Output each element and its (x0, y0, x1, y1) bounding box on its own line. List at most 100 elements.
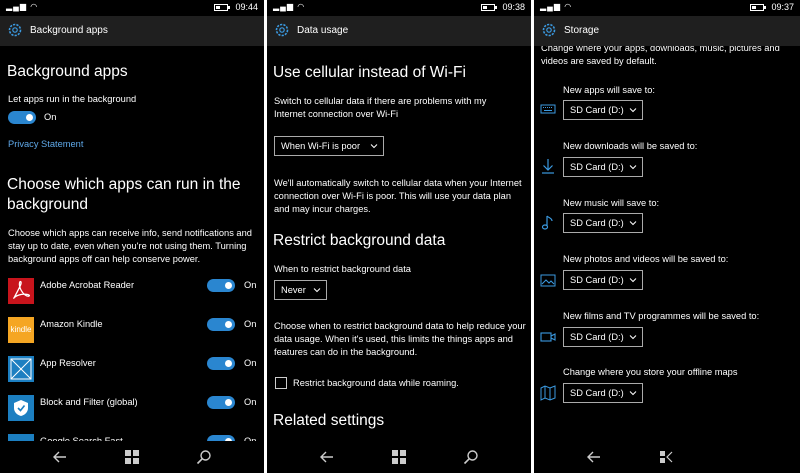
restrict-title: Restrict background data (273, 232, 446, 249)
downloads-save-select[interactable]: SD Card (D:) (563, 157, 643, 177)
select-value: SD Card (D:) (570, 275, 624, 285)
chevron-down-icon (629, 221, 637, 226)
app-toggle-state: On (244, 358, 257, 368)
gear-icon (275, 23, 289, 37)
app-row-kindle: kindle Amazon Kindle On (8, 317, 258, 343)
app-name: Adobe Acrobat Reader (40, 280, 135, 290)
apps-save-label: New apps will save to: (563, 85, 655, 95)
music-save-select[interactable]: SD Card (D:) (563, 213, 643, 233)
page-header: Data usage (267, 16, 531, 46)
signal-icon: ▂▄▆ ◠ (6, 2, 39, 11)
photos-save-select[interactable]: SD Card (D:) (563, 270, 643, 290)
chevron-down-icon (629, 335, 637, 340)
app-toggle-state: On (244, 280, 257, 290)
cellular-switch-select[interactable]: When Wi-Fi is poor (274, 136, 384, 156)
navigation-bar (0, 441, 264, 473)
keyboard-icon (540, 104, 556, 114)
page-header: Storage (534, 16, 800, 46)
cellular-note: We'll automatically switch to cellular d… (274, 178, 522, 214)
header-title: Storage (564, 25, 600, 36)
restrict-description: Choose when to restrict background data … (274, 321, 526, 357)
run-background-toggle[interactable] (8, 111, 36, 124)
films-save-select[interactable]: SD Card (D:) (563, 327, 643, 347)
cellular-description: Switch to cellular data if there are pro… (274, 96, 487, 119)
shield-icon (8, 395, 34, 421)
select-value: When Wi-Fi is poor (281, 141, 361, 151)
app-toggle[interactable] (207, 279, 235, 292)
background-apps-panel: ▂▄▆ ◠ 09:44 Background apps Background a… (0, 0, 264, 473)
restrict-select[interactable]: Never (274, 280, 327, 300)
app-toggle[interactable] (207, 396, 235, 409)
apps-save-select[interactable]: SD Card (D:) (563, 100, 643, 120)
app-toggle-state: On (244, 397, 257, 407)
chevron-down-icon (370, 144, 378, 149)
maps-save-label: Change where you store your offline maps (563, 367, 738, 377)
app-row-app-resolver: App Resolver On (8, 356, 258, 382)
roaming-checkbox-label: Restrict background data while roaming. (293, 378, 459, 388)
video-icon (540, 332, 556, 342)
select-value: SD Card (D:) (570, 218, 624, 228)
downloads-save-label: New downloads will be saved to: (563, 141, 698, 151)
header-title: Data usage (297, 25, 349, 36)
kindle-icon: kindle (8, 317, 34, 343)
app-toggle[interactable] (207, 318, 235, 331)
back-icon[interactable] (586, 449, 602, 465)
chevron-down-icon (629, 391, 637, 396)
app-row-acrobat: Adobe Acrobat Reader On (8, 278, 258, 304)
let-apps-label: Let apps run in the background (8, 94, 137, 104)
music-save-label: New music will save to: (563, 198, 660, 208)
page-header: Background apps (0, 16, 264, 46)
windows-start-icon[interactable] (124, 449, 140, 465)
status-time: 09:44 (235, 2, 258, 12)
photo-icon (540, 274, 556, 287)
related-settings-title: Related settings (273, 412, 385, 429)
photos-save-label: New photos and videos will be saved to: (563, 254, 729, 264)
battery-icon (750, 4, 766, 11)
chevron-down-icon (629, 165, 637, 170)
status-time: 09:38 (502, 2, 525, 12)
search-icon[interactable] (196, 449, 212, 465)
navigation-bar (267, 441, 531, 473)
page-title: Background apps (7, 63, 128, 80)
gear-icon (8, 23, 22, 37)
multitask-icon[interactable] (658, 449, 674, 465)
roaming-checkbox[interactable] (275, 377, 287, 389)
app-name: App Resolver (40, 358, 96, 368)
app-resolver-icon (8, 356, 34, 382)
music-icon (541, 215, 553, 230)
download-icon (542, 159, 554, 174)
restrict-label: When to restrict background data (274, 264, 411, 274)
toggle-state: On (44, 112, 57, 122)
acrobat-icon (8, 278, 34, 304)
battery-icon (214, 4, 230, 11)
select-value: Never (281, 285, 306, 295)
cellular-title: Use cellular instead of Wi-Fi (273, 64, 466, 81)
app-toggle[interactable] (207, 357, 235, 370)
windows-start-icon[interactable] (391, 449, 407, 465)
data-usage-panel: ▂▄▆ ◠ 09:38 Data usage Use cellular inst… (267, 0, 531, 473)
back-icon[interactable] (319, 449, 335, 465)
back-icon[interactable] (52, 449, 68, 465)
select-value: SD Card (D:) (570, 105, 624, 115)
app-row-block-filter: Block and Filter (global) On (8, 395, 258, 421)
app-toggle-state: On (244, 319, 257, 329)
choose-apps-title: Choose which apps can run in the backgro… (7, 176, 241, 213)
status-bar: ▂▄▆ ◠ 09:38 (267, 0, 531, 16)
gear-icon (542, 23, 556, 37)
status-bar: ▂▄▆ ◠ 09:37 (534, 0, 800, 16)
films-save-label: New films and TV programmes will be save… (563, 311, 760, 321)
chevron-down-icon (629, 278, 637, 283)
chevron-down-icon (313, 288, 321, 293)
chevron-down-icon (629, 108, 637, 113)
signal-icon: ▂▄▆ ◠ (273, 2, 306, 11)
search-icon[interactable] (463, 449, 479, 465)
battery-icon (481, 4, 497, 11)
privacy-statement-link[interactable]: Privacy Statement (8, 139, 83, 149)
maps-save-select[interactable]: SD Card (D:) (563, 383, 643, 403)
storage-panel: ▂▄▆ ◠ 09:37 Change where your apps, down… (534, 0, 800, 473)
select-value: SD Card (D:) (570, 332, 624, 342)
status-time: 09:37 (771, 2, 794, 12)
signal-icon: ▂▄▆ ◠ (540, 2, 573, 11)
app-name: Block and Filter (global) (40, 397, 138, 407)
navigation-bar (534, 441, 800, 473)
